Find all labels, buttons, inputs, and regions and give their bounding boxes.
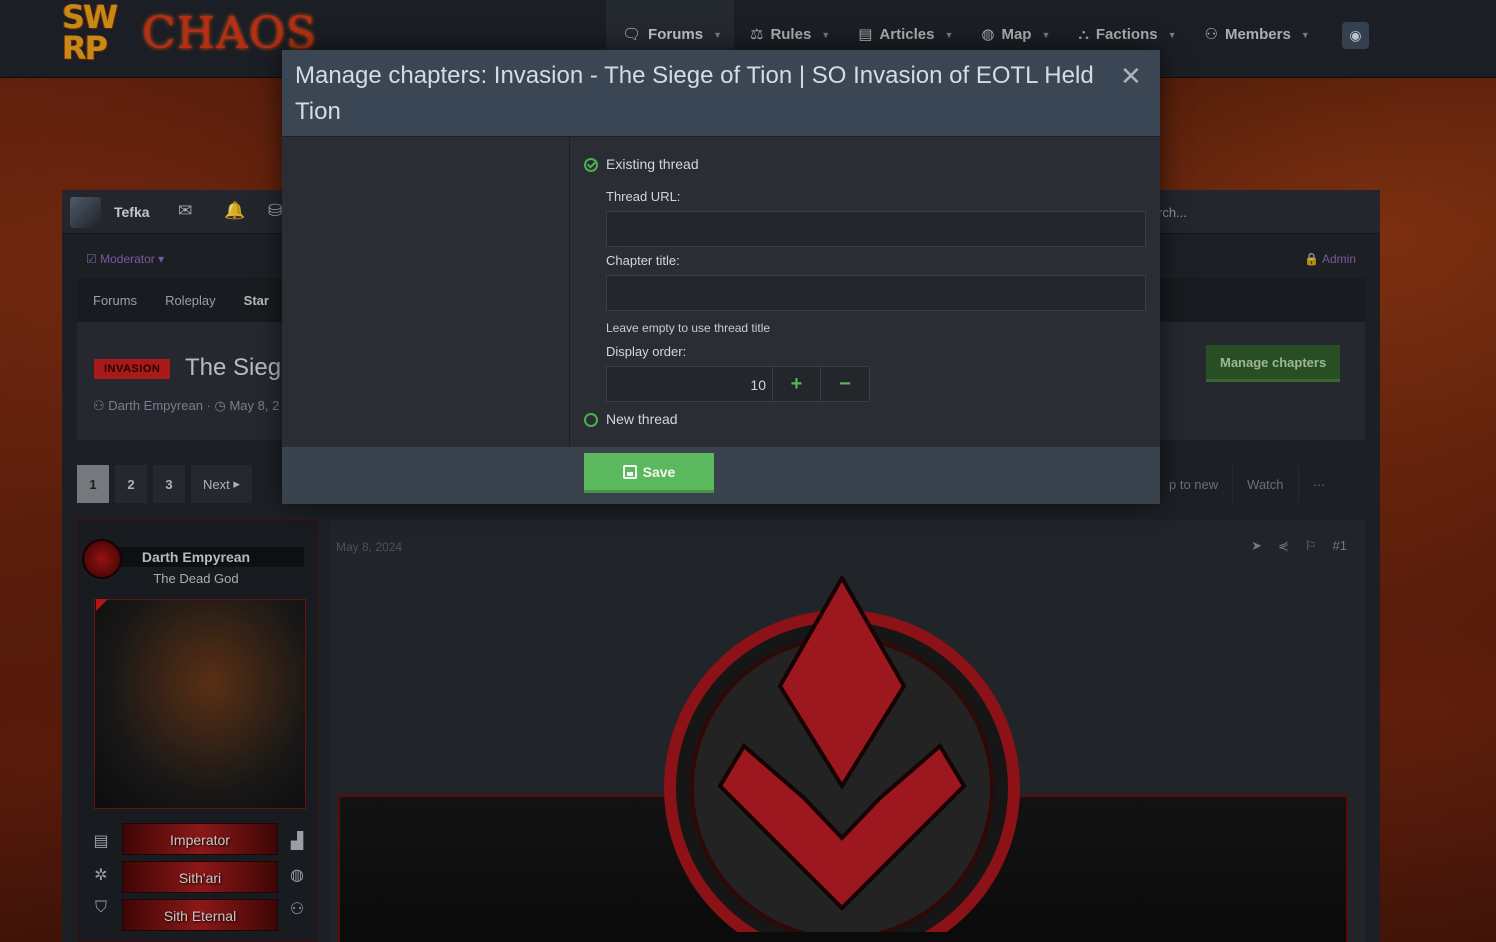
modal-body: Existing thread Thread URL: Chapter titl… bbox=[282, 137, 1160, 447]
modal-footer: Save bbox=[282, 447, 1160, 504]
floppy-disk-icon bbox=[622, 464, 637, 479]
chapter-title-hint: Leave empty to use thread title bbox=[606, 321, 771, 335]
manage-chapters-modal: Manage chapters: Invasion - The Siege of… bbox=[282, 50, 1160, 504]
save-button[interactable]: Save bbox=[584, 453, 714, 493]
chapter-title-label: Chapter title: bbox=[606, 253, 680, 268]
modal-title: Manage chapters: Invasion - The Siege of… bbox=[295, 62, 1094, 125]
new-thread-radio[interactable] bbox=[584, 413, 598, 427]
save-label: Save bbox=[642, 463, 676, 480]
decrement-button[interactable]: − bbox=[821, 367, 869, 401]
modal-label-column bbox=[282, 137, 570, 447]
display-order-label: Display order: bbox=[606, 344, 687, 359]
existing-thread-radio[interactable] bbox=[584, 158, 598, 172]
increment-button[interactable]: + bbox=[773, 367, 821, 401]
existing-thread-label[interactable]: Existing thread bbox=[606, 156, 699, 172]
display-order-stepper: 10 + − bbox=[606, 366, 870, 402]
modal-input-column: Existing thread Thread URL: Chapter titl… bbox=[570, 137, 1160, 447]
chapter-title-input[interactable] bbox=[606, 275, 1146, 311]
new-thread-label[interactable]: New thread bbox=[606, 411, 678, 427]
close-icon[interactable]: ✕ bbox=[1120, 62, 1142, 90]
thread-url-label: Thread URL: bbox=[606, 189, 681, 204]
modal-header: Manage chapters: Invasion - The Siege of… bbox=[282, 50, 1160, 137]
display-order-input[interactable]: 10 bbox=[607, 367, 773, 401]
thread-url-input[interactable] bbox=[606, 211, 1146, 247]
